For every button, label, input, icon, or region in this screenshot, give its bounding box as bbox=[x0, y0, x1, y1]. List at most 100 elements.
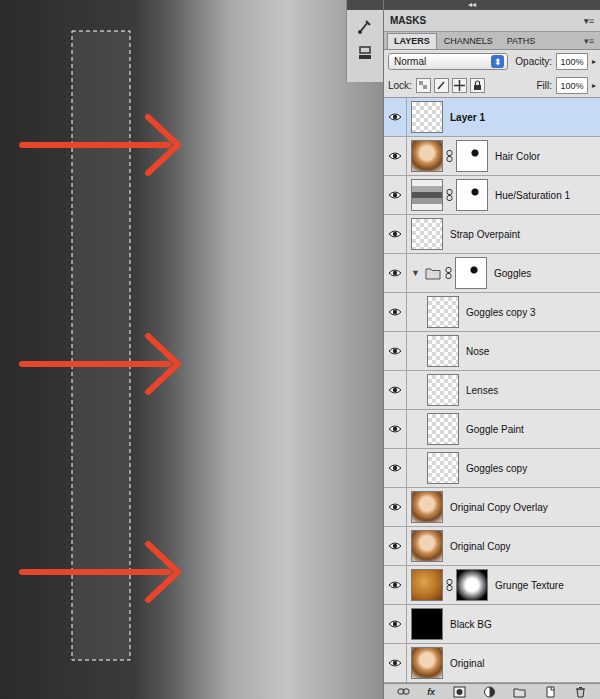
layer-row[interactable]: ▼ Goggles bbox=[384, 254, 600, 293]
link-icon bbox=[446, 150, 453, 162]
layer-row[interactable]: Original Copy bbox=[384, 527, 600, 566]
link-icon bbox=[446, 579, 453, 591]
visibility-toggle[interactable] bbox=[384, 98, 407, 136]
visibility-toggle[interactable] bbox=[384, 410, 407, 448]
layer-row[interactable]: Black BG bbox=[384, 605, 600, 644]
stamp-icon[interactable] bbox=[356, 44, 374, 62]
opacity-slider-button[interactable]: ▸ bbox=[592, 57, 596, 66]
layer-style-button[interactable]: fx bbox=[427, 687, 435, 697]
eye-icon[interactable] bbox=[388, 424, 402, 434]
eye-icon[interactable] bbox=[388, 112, 402, 122]
visibility-toggle[interactable] bbox=[384, 371, 407, 409]
lock-transparency-icon[interactable] bbox=[416, 78, 431, 93]
layer-row[interactable]: Hue/Saturation 1 bbox=[384, 176, 600, 215]
layer-row[interactable]: Original Copy Overlay bbox=[384, 488, 600, 527]
layer-thumbnail bbox=[411, 569, 443, 601]
layer-name: Nose bbox=[462, 346, 489, 357]
layer-name: Goggles copy bbox=[462, 463, 527, 474]
eye-icon[interactable] bbox=[388, 658, 402, 668]
visibility-toggle[interactable] bbox=[384, 176, 407, 214]
canvas-overlay bbox=[0, 0, 383, 699]
trash-icon[interactable] bbox=[574, 686, 587, 698]
masks-panel-header[interactable]: MASKS▾≡ bbox=[384, 10, 600, 32]
fill-slider-button[interactable]: ▸ bbox=[592, 81, 596, 90]
panel-tab[interactable]: LAYERS bbox=[387, 33, 437, 49]
panel-tab[interactable]: CHANNELS bbox=[437, 33, 500, 49]
visibility-toggle[interactable] bbox=[384, 566, 407, 604]
lock-pixels-icon[interactable] bbox=[434, 78, 449, 93]
layer-name: Layer 1 bbox=[446, 112, 485, 123]
layer-row[interactable]: Layer 1 bbox=[384, 98, 600, 137]
eye-icon[interactable] bbox=[388, 463, 402, 473]
new-layer-icon[interactable] bbox=[544, 686, 557, 698]
new-group-icon[interactable] bbox=[513, 686, 526, 698]
tab-bar: LAYERSCHANNELSPATHS ▾≡ bbox=[384, 32, 600, 50]
mask-thumbnail[interactable] bbox=[456, 140, 488, 172]
blend-mode-dropdown[interactable]: Normal⬍ bbox=[388, 53, 508, 70]
visibility-toggle[interactable] bbox=[384, 254, 407, 292]
red-arrow bbox=[22, 544, 178, 600]
layer-row[interactable]: Strap Overpaint bbox=[384, 215, 600, 254]
eye-icon[interactable] bbox=[388, 541, 402, 551]
layer-name: Goggles bbox=[490, 268, 531, 279]
layer-row[interactable]: Grunge Texture bbox=[384, 566, 600, 605]
opacity-label: Opacity: bbox=[515, 56, 552, 67]
eye-icon[interactable] bbox=[388, 619, 402, 629]
layer-thumbnail bbox=[427, 374, 459, 406]
visibility-toggle[interactable] bbox=[384, 488, 407, 526]
adjustment-layer-icon[interactable] bbox=[483, 686, 496, 698]
visibility-toggle[interactable] bbox=[384, 605, 407, 643]
mask-thumbnail[interactable] bbox=[456, 179, 488, 211]
eye-icon[interactable] bbox=[388, 268, 402, 278]
eye-icon[interactable] bbox=[388, 229, 402, 239]
fill-field[interactable]: 100% bbox=[556, 77, 588, 94]
layer-thumbnail bbox=[411, 218, 443, 250]
opacity-field[interactable]: 100% bbox=[556, 53, 588, 70]
layer-row[interactable]: Nose bbox=[384, 332, 600, 371]
lock-label: Lock: bbox=[388, 80, 412, 91]
collapse-button[interactable]: ◂◂ bbox=[384, 0, 600, 10]
visibility-toggle[interactable] bbox=[384, 215, 407, 253]
layer-thumbnail bbox=[411, 101, 443, 133]
layer-row[interactable]: Hair Color bbox=[384, 137, 600, 176]
layer-row[interactable]: Goggles copy 3 bbox=[384, 293, 600, 332]
group-thumbnail bbox=[424, 257, 442, 289]
visibility-toggle[interactable] bbox=[384, 137, 407, 175]
layer-row[interactable]: Goggle Paint bbox=[384, 410, 600, 449]
eye-icon[interactable] bbox=[388, 307, 402, 317]
layer-row[interactable]: Original bbox=[384, 644, 600, 683]
photoshop-window: ◂◂MASKS▾≡LAYERSCHANNELSPATHS ▾≡ Normal⬍ Opa… bbox=[0, 0, 600, 699]
visibility-toggle[interactable] bbox=[384, 449, 407, 487]
marquee-selection[interactable] bbox=[72, 31, 130, 660]
visibility-toggle[interactable] bbox=[384, 332, 407, 370]
link-layers-icon[interactable] bbox=[397, 686, 410, 698]
layer-thumbnail bbox=[427, 296, 459, 328]
panel-menu-icon[interactable]: ▾≡ bbox=[584, 36, 600, 46]
layer-row[interactable]: Lenses bbox=[384, 371, 600, 410]
mask-thumbnail[interactable] bbox=[456, 569, 488, 601]
layer-name: Goggles copy 3 bbox=[462, 307, 536, 318]
visibility-toggle[interactable] bbox=[384, 527, 407, 565]
eye-icon[interactable] bbox=[388, 502, 402, 512]
panel-tab[interactable]: PATHS bbox=[500, 33, 543, 49]
lock-position-icon[interactable] bbox=[452, 78, 467, 93]
panel-menu-icon[interactable]: ▾≡ bbox=[584, 16, 594, 26]
visibility-toggle[interactable] bbox=[384, 644, 407, 682]
eye-icon[interactable] bbox=[388, 190, 402, 200]
panel-dock bbox=[346, 0, 383, 82]
layer-thumbnail bbox=[411, 491, 443, 523]
lock-all-icon[interactable] bbox=[470, 78, 485, 93]
eye-icon[interactable] bbox=[388, 151, 402, 161]
add-mask-icon[interactable] bbox=[453, 686, 466, 698]
group-toggle[interactable]: ▼ bbox=[411, 268, 421, 278]
eye-icon[interactable] bbox=[388, 580, 402, 590]
mask-thumbnail[interactable] bbox=[455, 257, 487, 289]
layer-name: Lenses bbox=[462, 385, 498, 396]
eye-icon[interactable] bbox=[388, 385, 402, 395]
visibility-toggle[interactable] bbox=[384, 293, 407, 331]
canvas-image bbox=[0, 0, 383, 699]
eye-icon[interactable] bbox=[388, 346, 402, 356]
brush-icon[interactable] bbox=[356, 18, 374, 36]
layer-row[interactable]: Goggles copy bbox=[384, 449, 600, 488]
layer-name: Original Copy Overlay bbox=[446, 502, 548, 513]
